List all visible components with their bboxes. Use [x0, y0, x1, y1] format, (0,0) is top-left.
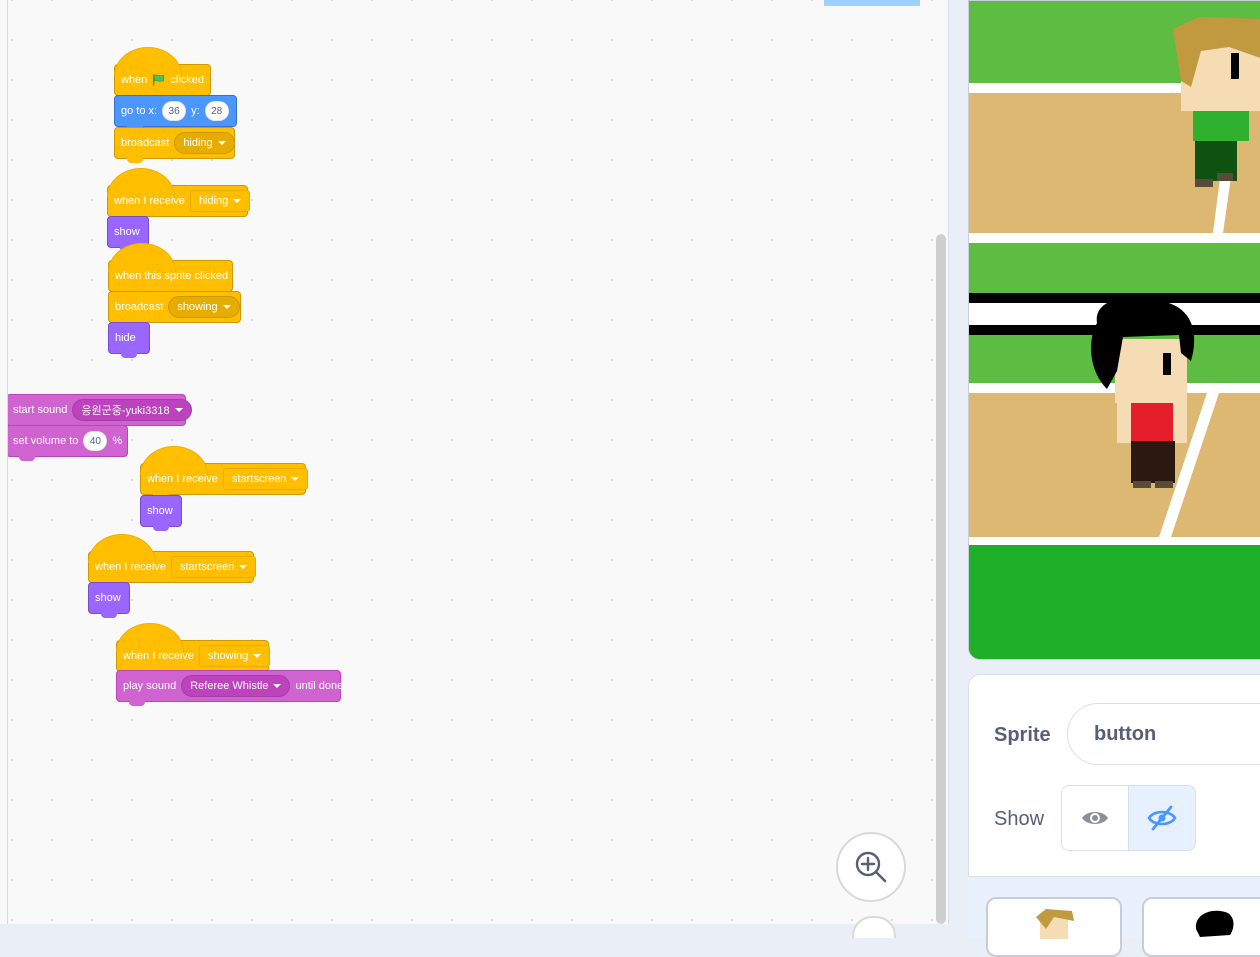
play-sound-until-done-block[interactable]: play sound Referee Whistle until done: [116, 670, 344, 706]
go-to-xy-block[interactable]: go to x: 36 y: 28: [114, 95, 237, 131]
zoom-in-button[interactable]: [836, 832, 906, 902]
block-text: show: [95, 592, 121, 604]
message-dropdown[interactable]: showing: [168, 296, 240, 318]
show-label: Show: [994, 808, 1045, 830]
broadcast-block[interactable]: broadcast showing: [108, 291, 241, 327]
block-text: %: [112, 435, 123, 447]
dropdown-value: hiding: [198, 195, 229, 207]
y-input[interactable]: 28: [204, 101, 229, 121]
sound-dropdown[interactable]: 응원군중-yuki3318: [72, 399, 192, 421]
volume-input[interactable]: 40: [83, 431, 108, 451]
chevron-down-icon: [233, 199, 242, 203]
block-text: broadcast: [115, 301, 164, 313]
stage-scene: [969, 1, 1260, 659]
when-i-receive-block[interactable]: when I receive startscreen: [140, 446, 309, 499]
when-i-receive-block[interactable]: when I receive hiding: [107, 168, 251, 221]
broadcast-block[interactable]: broadcast hiding: [114, 127, 235, 163]
sprite-thumbnail[interactable]: [1142, 897, 1260, 957]
start-sound-block[interactable]: start sound 응원군중-yuki3318: [8, 394, 192, 430]
dropdown-value: 응원군중-yuki3318: [81, 405, 170, 417]
sprite-name-value: button: [1094, 722, 1157, 745]
block-text: until done: [295, 680, 344, 692]
sound-dropdown[interactable]: Referee Whistle: [181, 675, 291, 697]
when-flag-clicked-block[interactable]: when clicked: [114, 47, 211, 100]
green-flag-icon: [153, 74, 165, 86]
eye-slash-icon: [1147, 805, 1177, 831]
dropdown-value: showing: [177, 301, 218, 313]
sprite-list: [968, 876, 1260, 957]
set-volume-block[interactable]: set volume to 40 %: [8, 425, 128, 461]
dropdown-value: Referee Whistle: [190, 680, 269, 692]
block-text: go to x:: [121, 105, 158, 117]
sprite-label: Sprite: [994, 724, 1051, 746]
sprite-thumbnail[interactable]: [986, 897, 1122, 957]
when-i-receive-block[interactable]: when I receive showing: [116, 623, 271, 676]
sprite-thumbnail-image: [1195, 910, 1234, 937]
zoom-in-icon: [855, 851, 887, 883]
when-i-receive-block[interactable]: when I receive startscreen: [88, 534, 257, 587]
chevron-down-icon: [217, 141, 226, 145]
block-text: when I receive: [95, 561, 166, 573]
chevron-down-icon: [239, 565, 248, 569]
scroll-indicator: [824, 0, 920, 6]
message-dropdown[interactable]: hiding: [189, 190, 251, 212]
workspace-left-edge: [0, 0, 8, 924]
message-dropdown[interactable]: startscreen: [170, 556, 257, 578]
eye-icon: [1082, 812, 1108, 824]
dropdown-value: hiding: [183, 137, 213, 149]
code-workspace[interactable]: when clicked go to x: 36 y: 28 broadcast…: [8, 0, 949, 924]
stage[interactable]: [968, 0, 1260, 660]
scrollbar-thumb[interactable]: [936, 234, 946, 924]
sprite-info-panel: Sprite button Show: [968, 674, 1260, 886]
block-text: play sound: [123, 680, 177, 692]
x-input[interactable]: 36: [162, 101, 187, 121]
chevron-down-icon: [273, 684, 282, 688]
chevron-down-icon: [174, 408, 183, 412]
dropdown-value: showing: [207, 650, 249, 662]
block-text: y:: [191, 105, 200, 117]
sprite-name-input[interactable]: button: [1067, 703, 1260, 765]
hide-block[interactable]: hide: [108, 322, 150, 358]
sprite-thumbnail-image: [1036, 909, 1074, 939]
hide-sprite-button[interactable]: [1128, 785, 1196, 851]
block-text: set volume to: [13, 435, 79, 447]
show-sprite-button[interactable]: [1061, 785, 1129, 851]
message-dropdown[interactable]: hiding: [174, 132, 235, 154]
block-text: start sound: [13, 404, 68, 416]
chevron-down-icon: [291, 477, 300, 481]
block-text: broadcast: [121, 137, 170, 149]
block-text: when I receive: [123, 650, 194, 662]
block-text: show: [147, 505, 173, 517]
block-text: clicked: [170, 74, 204, 86]
dropdown-value: startscreen: [231, 473, 287, 485]
block-text: when I receive: [147, 473, 218, 485]
show-block[interactable]: show: [88, 582, 130, 618]
when-this-sprite-clicked-block[interactable]: when this sprite clicked: [108, 243, 233, 296]
message-dropdown[interactable]: startscreen: [222, 468, 309, 490]
message-dropdown[interactable]: showing: [198, 645, 271, 667]
dropdown-value: startscreen: [179, 561, 235, 573]
block-text: when I receive: [114, 195, 185, 207]
block-text: hide: [115, 332, 136, 344]
block-text: when this sprite clicked: [115, 270, 229, 282]
chevron-down-icon: [222, 305, 231, 309]
show-block[interactable]: show: [140, 495, 182, 531]
chevron-down-icon: [253, 654, 262, 658]
block-text: show: [114, 226, 140, 238]
block-text: when: [121, 74, 148, 86]
